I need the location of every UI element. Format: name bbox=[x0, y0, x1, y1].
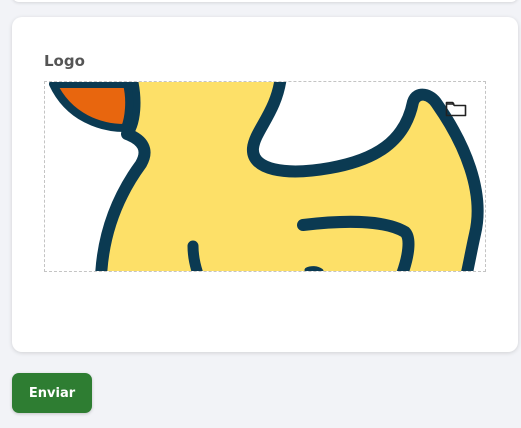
logo-upload-area[interactable] bbox=[44, 81, 486, 272]
duck-logo-image bbox=[49, 82, 484, 271]
folder-icon[interactable] bbox=[445, 101, 467, 117]
previous-card bbox=[12, 0, 518, 2]
logo-label: Logo bbox=[44, 52, 85, 70]
duck-body bbox=[95, 82, 484, 271]
duck-leg bbox=[187, 240, 203, 271]
submit-button[interactable]: Enviar bbox=[12, 373, 92, 413]
duck-beak bbox=[49, 82, 134, 132]
logo-card: Logo bbox=[12, 17, 518, 352]
